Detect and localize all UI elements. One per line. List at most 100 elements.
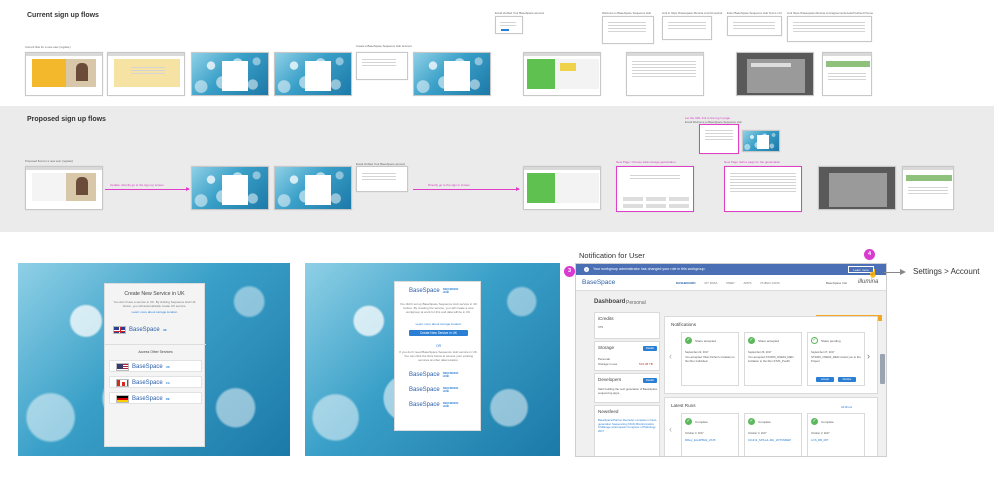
proposed-email-1	[356, 166, 408, 192]
card-date: September 26, 2017	[748, 351, 772, 354]
proposed-arrow-2-label: Directly go to the sign in screen	[428, 183, 470, 187]
run-card-2[interactable]: ✓ Complete October 3, 2017 101313_SPS-HL…	[744, 413, 802, 456]
caption-current-4: Welcome to BaseSpace Sequence Hub	[602, 11, 652, 15]
icredits-card: iCredits 379	[594, 312, 660, 339]
decline-button[interactable]: Decline	[838, 377, 856, 382]
caption-new-choose: New Page: Choose data storage geolocatio…	[616, 160, 676, 164]
all-runs-link[interactable]: All Runs	[841, 405, 852, 409]
proposed-email-welcome	[699, 124, 739, 154]
card-status: Share accepted	[695, 339, 717, 343]
sequence-hub-logo: SEQUENCE HUB	[442, 371, 459, 378]
proposed-screen-5	[818, 166, 896, 210]
card-date: September 27, 2017	[811, 351, 835, 354]
user-menu[interactable]: BaseSpace Info	[826, 281, 847, 285]
de-flag-icon	[116, 395, 129, 403]
proposed-flows-title: Proposed sign up flows	[27, 116, 106, 123]
storage-location-link[interactable]: Learn more about storage location	[105, 310, 204, 314]
de-service-option[interactable]: BaseSpace DE	[109, 392, 202, 404]
current-screen-3	[191, 52, 269, 96]
basespace-logo: BaseSpace	[132, 364, 163, 370]
proposed-screen-6	[902, 166, 954, 210]
caption-current-6: Enter BaseSpace Sequence Hub Terms of Us…	[727, 11, 782, 15]
region-label: US	[165, 364, 170, 369]
step-badge-3: 3	[564, 266, 575, 277]
banner-text: Your workgroup administrator has changed…	[593, 267, 706, 271]
dashboard-scope-select[interactable]: Personal	[626, 300, 646, 306]
settings-account-label: Settings > Account	[913, 267, 980, 276]
run-status: Complete	[821, 420, 834, 424]
developers-text: Start building the next generation of Ba…	[598, 387, 658, 395]
ca-service-option[interactable]: BaseSpace CA	[109, 376, 202, 388]
caption-current-2: Create a BaseSpace Sequence Hub account	[356, 44, 412, 48]
create-service-button[interactable]: Create New Service in UK	[409, 330, 468, 336]
notification-banner: i Your workgroup administrator has chang…	[576, 264, 886, 275]
run-name-link[interactable]: LOS_DB_MIT	[811, 438, 828, 442]
us-service-option[interactable]: BaseSpace US	[109, 360, 202, 372]
second-storage-link[interactable]: Learn more about storage location	[399, 322, 478, 326]
card-date: September 22, 2017	[685, 351, 709, 354]
developers-card: Developers Details Start building the ne…	[594, 373, 660, 403]
sequence-hub-logo: SEQUENCE HUB	[442, 401, 459, 408]
notifications-title: Notifications	[671, 322, 697, 327]
run-name-link[interactable]: Mlboy_EcoliPBH4_2X45	[685, 438, 715, 442]
run-name-link[interactable]: 101313_SPS-HL-MH_2NTSNMEP	[748, 438, 791, 442]
sequence-hub-logo: SEQUENCE HUB	[442, 386, 459, 393]
second-logo-row: BaseSpace SEQUENCE HUB	[409, 288, 458, 295]
run-status: Complete	[758, 420, 771, 424]
proposed-screen-2	[191, 166, 269, 210]
region-label: DE	[165, 396, 170, 401]
feedback-tab[interactable]	[880, 354, 885, 384]
run-date: October 3, 2017	[685, 432, 704, 435]
caption-current-5: Link to https://basespace.illumina.com/h…	[662, 11, 722, 15]
app-logo[interactable]: BaseSpace	[582, 279, 615, 286]
basespace-logo: BaseSpace	[132, 380, 163, 386]
current-email-1	[495, 16, 523, 34]
current-email-4	[727, 16, 782, 36]
proposed-new-geo-screen	[724, 166, 802, 212]
nav-apps[interactable]: APPS	[744, 281, 752, 285]
run-card-3[interactable]: ✓ Complete October 3, 2017 LOS_DB_MIT	[807, 413, 865, 456]
latest-runs-title: Latest Runs	[671, 403, 696, 408]
prev-arrow-icon[interactable]: ‹	[669, 351, 672, 361]
notification-card-2[interactable]: ✓ Share accepted September 26, 2017 You …	[744, 332, 802, 386]
caption-current-3: Email Verified Your BaseSpace account	[495, 11, 545, 15]
check-icon: ✓	[685, 418, 692, 425]
proposed-arrow-1	[105, 187, 190, 191]
access-other-title: Access Other Services	[138, 350, 173, 354]
basespace-logo: BaseSpace	[409, 372, 440, 378]
run-date: October 3, 2017	[811, 432, 830, 435]
nav-dashboard[interactable]: DASHBOARD	[676, 281, 696, 285]
current-screen-4	[274, 52, 352, 96]
basespace-logo: BaseSpace	[409, 288, 440, 294]
next-arrow-icon[interactable]: ›	[867, 351, 870, 361]
notification-card-3[interactable]: ✓ Share pending September 27, 2017 ST200…	[807, 332, 865, 386]
storage-details-button[interactable]: Details	[643, 346, 657, 351]
accept-button[interactable]: Accept	[816, 377, 834, 382]
cursor-hand-icon: ☝	[868, 269, 878, 278]
second-service-panel: BaseSpace SEQUENCE HUB You didn't set up…	[305, 263, 560, 456]
check-icon: ✓	[748, 337, 755, 344]
ca-flag-icon	[116, 379, 129, 387]
nav-my-data[interactable]: MY DATA	[705, 281, 718, 285]
nav-prep[interactable]: PREP	[726, 281, 734, 285]
storage-value: 519.48 TB	[639, 362, 653, 366]
current-screen-9	[736, 52, 814, 96]
main-nav: DASHBOARD MY DATA PREP APPS PUBLIC DATA	[676, 281, 780, 285]
current-email-3	[662, 16, 712, 40]
run-status: Complete	[695, 420, 708, 424]
notification-card-1[interactable]: ✓ Share accepted September 22, 2017 You …	[681, 332, 739, 386]
developers-details-button[interactable]: Details	[643, 378, 657, 383]
ca-service-link[interactable]: BaseSpace SEQUENCE HUB	[409, 386, 459, 394]
run-card-1[interactable]: ✓ Complete October 3, 2017 Mlboy_EcoliPB…	[681, 413, 739, 456]
caption-proposed-1: Proposed flow for a new user (register)	[25, 159, 74, 163]
illumina-logo: illumina	[858, 279, 879, 285]
us-service-link[interactable]: BaseSpace SEQUENCE HUB	[409, 371, 459, 379]
icredits-label: iCredits	[598, 316, 614, 321]
nav-public-data[interactable]: PUBLIC DATA	[761, 281, 780, 285]
proposed-screen-1	[25, 166, 103, 210]
caption-new-geo: New Page: Edit a page for the geolocatio…	[724, 160, 781, 164]
de-service-link[interactable]: BaseSpace SEQUENCE HUB	[409, 401, 459, 409]
runs-prev-arrow-icon[interactable]: ‹	[669, 424, 672, 434]
uk-service-option[interactable]: BaseSpace UK	[113, 326, 167, 334]
newsfeed-item[interactable]: BaseSpace/Partner Recorder complete in N…	[598, 418, 658, 433]
